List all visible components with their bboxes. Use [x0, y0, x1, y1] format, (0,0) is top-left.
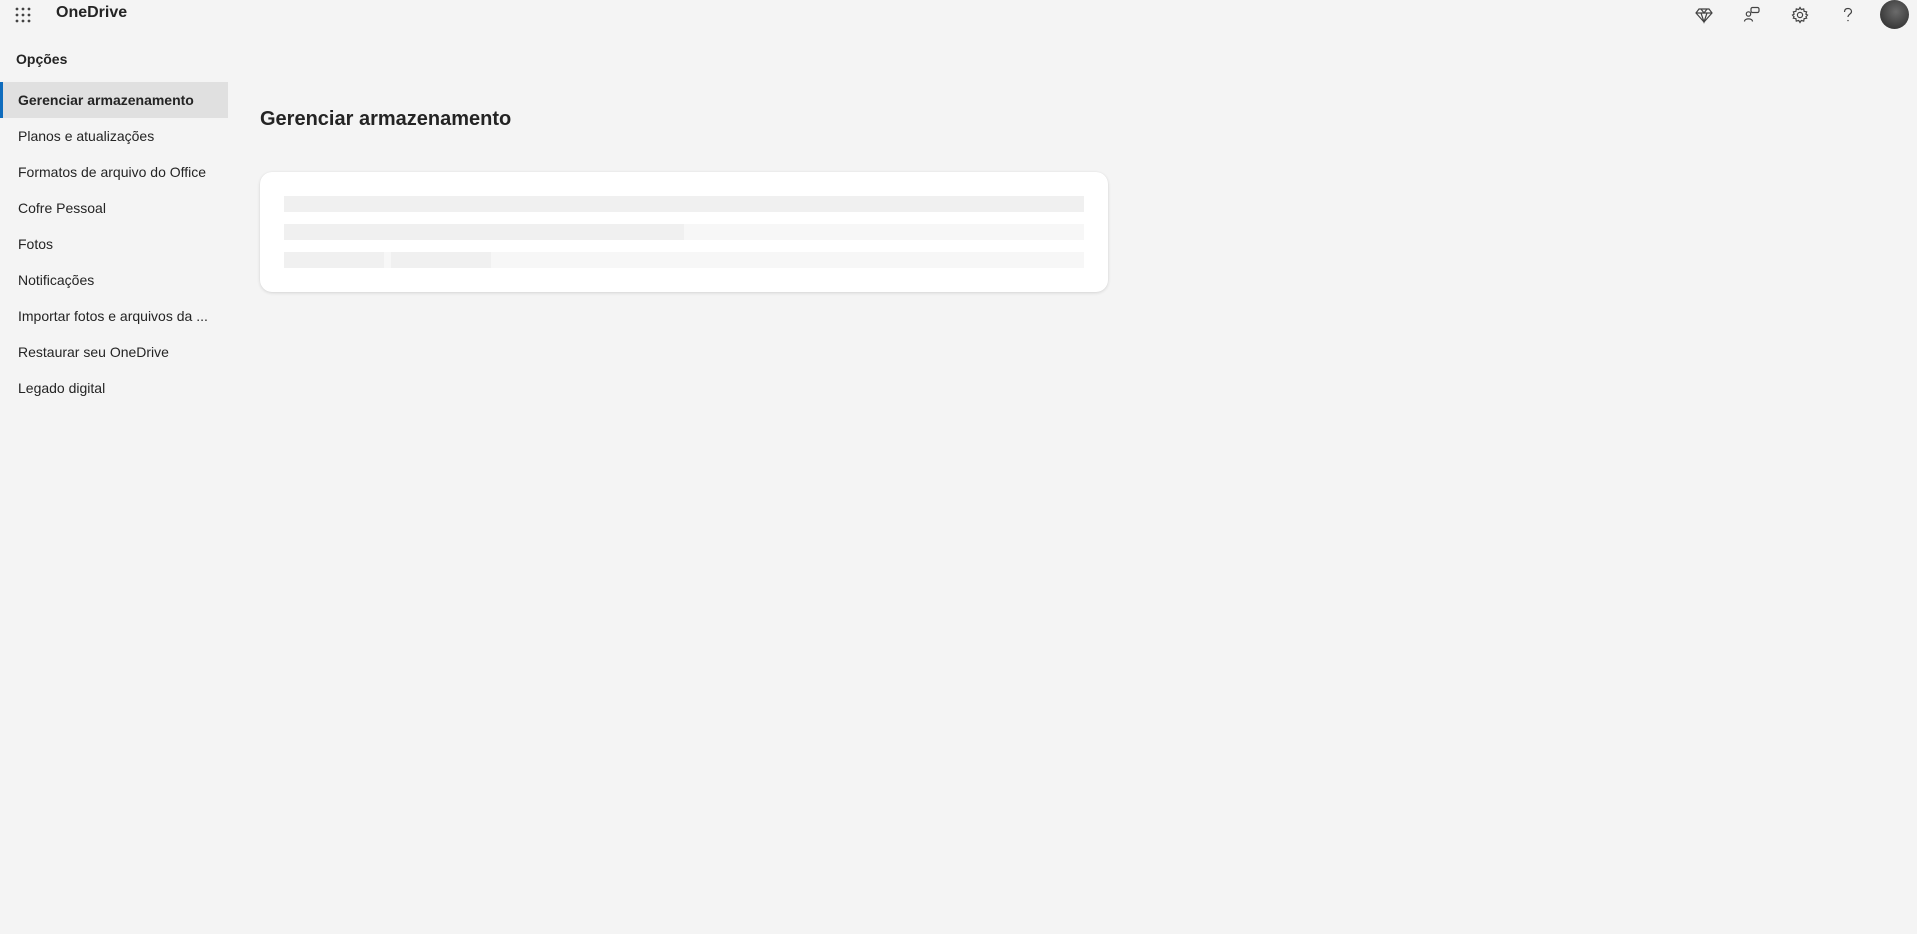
sidebar-item-plans-upgrades[interactable]: Planos e atualizações [0, 118, 228, 154]
sidebar-item-office-file-formats[interactable]: Formatos de arquivo do Office [0, 154, 228, 190]
sidebar-item-restore-onedrive[interactable]: Restaurar seu OneDrive [0, 334, 228, 370]
premium-diamond-icon[interactable] [1691, 2, 1717, 28]
skeleton-line [284, 224, 684, 240]
page-title: Gerenciar armazenamento [260, 108, 512, 130]
settings-gear-icon[interactable] [1787, 2, 1813, 28]
top-bar: OneDrive [0, 0, 1917, 29]
sidebar-item-import-photos[interactable]: Importar fotos e arquivos da ... [0, 298, 228, 334]
sidebar-item-photos[interactable]: Fotos [0, 226, 228, 262]
options-heading: Opções [16, 51, 68, 67]
skeleton-block [284, 252, 384, 268]
app-title[interactable]: OneDrive [56, 4, 127, 22]
options-nav: Gerenciar armazenamento Planos e atualiz… [0, 82, 228, 406]
sidebar-item-digital-legacy[interactable]: Legado digital [0, 370, 228, 406]
app-launcher-icon[interactable] [14, 6, 32, 24]
sidebar-item-notifications[interactable]: Notificações [0, 262, 228, 298]
share-people-icon[interactable] [1739, 2, 1765, 28]
skeleton-line [284, 196, 1084, 212]
skeleton-block [391, 252, 491, 268]
help-icon[interactable] [1835, 2, 1861, 28]
avatar[interactable] [1880, 0, 1909, 29]
sidebar-item-personal-vault[interactable]: Cofre Pessoal [0, 190, 228, 226]
storage-card-loading [260, 172, 1108, 292]
sidebar-item-manage-storage[interactable]: Gerenciar armazenamento [0, 82, 228, 118]
